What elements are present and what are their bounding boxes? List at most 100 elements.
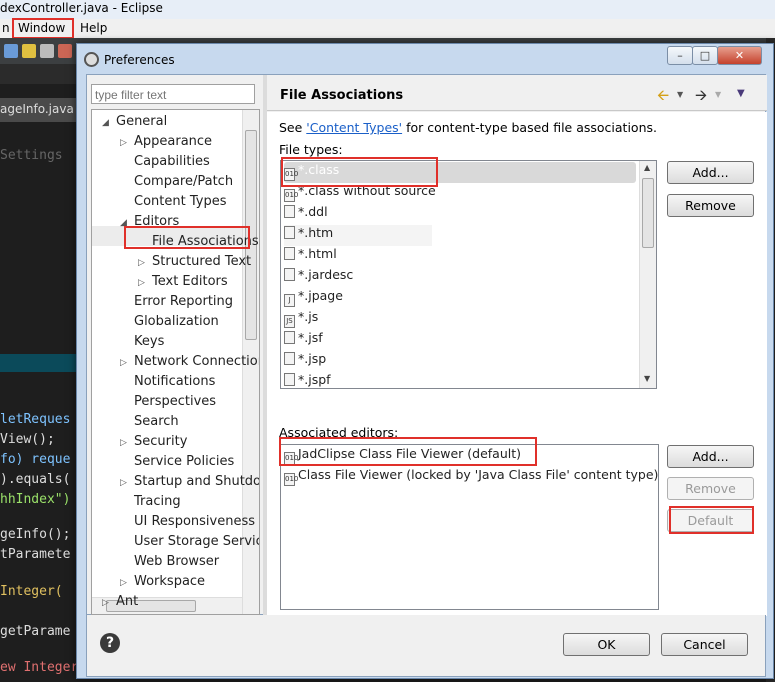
file-type-item[interactable]: J *.jpage bbox=[284, 288, 432, 309]
dialog-title-bar[interactable]: Preferences – □ ✕ bbox=[77, 44, 773, 74]
tree-item[interactable]: Service Policies bbox=[134, 454, 234, 474]
collapsed-twisty-icon[interactable]: ▷ bbox=[138, 278, 145, 288]
code-editor[interactable]: Settings letReques View(); fo) reque).equal… bbox=[0, 122, 80, 682]
expanded-twisty-icon[interactable]: ◢ bbox=[120, 218, 127, 228]
cancel-button[interactable]: Cancel bbox=[661, 633, 748, 656]
tree-item[interactable]: Compare/Patch bbox=[134, 174, 233, 194]
tree-item[interactable]: Text Editors bbox=[152, 274, 228, 294]
editor-item[interactable]: 010Class File Viewer (locked by 'Java Cl… bbox=[284, 467, 658, 488]
code-line: ew Integer bbox=[0, 660, 79, 675]
file-type-item[interactable]: *.jsf bbox=[284, 330, 432, 351]
html-icon bbox=[284, 247, 295, 260]
tree-item[interactable]: Startup and Shutdown bbox=[134, 474, 259, 494]
class-viewer-icon: 010 bbox=[284, 452, 298, 465]
file-type-label: *.html bbox=[298, 246, 337, 261]
toolbar-tool-icon[interactable] bbox=[40, 44, 54, 58]
tree-item[interactable]: Web Browser bbox=[134, 554, 219, 574]
file-type-item[interactable]: *.jardesc bbox=[284, 267, 432, 288]
tree-item[interactable]: Network Connections bbox=[134, 354, 259, 374]
expanded-twisty-icon[interactable]: ◢ bbox=[102, 118, 109, 128]
code-line: View(); bbox=[0, 432, 55, 447]
scroll-up-icon[interactable]: ▲ bbox=[644, 163, 650, 172]
editor-item[interactable]: 010JadClipse Class File Viewer (default) bbox=[284, 446, 521, 467]
content-types-link[interactable]: 'Content Types' bbox=[306, 120, 402, 135]
forward-arrow-icon[interactable]: 🡪 bbox=[695, 85, 707, 110]
minimize-button[interactable]: – bbox=[667, 46, 693, 65]
collapsed-twisty-icon[interactable]: ▷ bbox=[120, 438, 127, 448]
file-icon bbox=[284, 352, 295, 365]
file-type-item[interactable]: *.html bbox=[284, 246, 432, 267]
tree-item[interactable]: Ant bbox=[116, 594, 138, 614]
file-type-label: *.jardesc bbox=[298, 267, 354, 282]
eclipse-tab-strip bbox=[0, 64, 80, 84]
collapsed-twisty-icon[interactable]: ▷ bbox=[102, 598, 109, 608]
tree-horizontal-scrollbar[interactable] bbox=[92, 597, 242, 614]
preferences-gear-icon bbox=[84, 52, 99, 67]
file-type-item[interactable]: *.jspf bbox=[284, 372, 432, 388]
class-icon: 010 bbox=[284, 189, 298, 202]
file-types-scrollbar[interactable]: ▲ ▼ bbox=[639, 161, 656, 388]
filter-input[interactable] bbox=[91, 84, 255, 104]
toolbar-edit-icon[interactable] bbox=[22, 44, 36, 58]
view-menu-icon[interactable]: ▼ bbox=[737, 88, 745, 99]
eclipse-menu-bar: n Window Help bbox=[0, 19, 775, 38]
file-type-item[interactable]: *.ddl bbox=[284, 204, 432, 225]
file-type-remove-button[interactable]: Remove bbox=[667, 194, 754, 217]
back-arrow-icon[interactable]: 🡨 bbox=[657, 85, 669, 110]
editor-label: Class File Viewer (locked by 'Java Class… bbox=[298, 467, 659, 482]
menu-partial[interactable]: n bbox=[2, 21, 10, 35]
tree-item[interactable]: Security bbox=[134, 434, 187, 454]
tree-item[interactable]: Notifications bbox=[134, 374, 215, 394]
collapsed-twisty-icon[interactable]: ▷ bbox=[120, 358, 127, 368]
associated-editors-list[interactable]: 010JadClipse Class File Viewer (default)… bbox=[280, 444, 659, 610]
collapsed-twisty-icon[interactable]: ▷ bbox=[138, 258, 145, 268]
tree-item[interactable]: Keys bbox=[134, 334, 164, 354]
file-type-item[interactable]: 010*.class without source bbox=[284, 183, 636, 204]
page-header: File Associations 🡨 ▼ 🡪 ▼ ▼ bbox=[267, 75, 767, 111]
tree-item[interactable]: Search bbox=[134, 414, 179, 434]
tree-item[interactable]: Structured Text bbox=[152, 254, 251, 274]
tree-item[interactable]: UI Responsiveness bbox=[134, 514, 255, 534]
tree-item[interactable]: Appearance bbox=[134, 134, 212, 154]
preferences-dialog: Preferences – □ ✕ General ◢ Appearance ▷ Cap… bbox=[76, 43, 774, 679]
editor-default-button[interactable]: Default bbox=[667, 509, 754, 532]
file-types-list[interactable]: ▲ ▼ 010*.class 010*.class without source *… bbox=[280, 160, 657, 389]
tree-item[interactable]: General bbox=[116, 114, 167, 134]
tree-item[interactable]: File Associations bbox=[152, 234, 259, 254]
toolbar-debug-icon[interactable] bbox=[58, 44, 72, 58]
ok-button[interactable]: OK bbox=[563, 633, 650, 656]
file-type-item[interactable]: *.htm bbox=[284, 225, 432, 246]
tree-item[interactable]: Content Types bbox=[134, 194, 226, 214]
tree-item[interactable]: Workspace bbox=[134, 574, 205, 594]
toolbar-run-icon[interactable] bbox=[4, 44, 18, 58]
close-button[interactable]: ✕ bbox=[717, 46, 762, 65]
menu-window[interactable]: Window bbox=[18, 21, 65, 35]
dialog-title: Preferences bbox=[104, 53, 175, 67]
scroll-down-icon[interactable]: ▼ bbox=[644, 374, 650, 383]
help-icon[interactable]: ? bbox=[100, 633, 120, 653]
js-icon: JS bbox=[284, 315, 295, 328]
editor-remove-button[interactable]: Remove bbox=[667, 477, 754, 500]
tree-item[interactable]: Globalization bbox=[134, 314, 219, 334]
file-type-item[interactable]: *.jsp bbox=[284, 351, 432, 372]
collapsed-twisty-icon[interactable]: ▷ bbox=[120, 138, 127, 148]
eclipse-window-title: dexController.java - Eclipse bbox=[0, 1, 163, 15]
editor-tab[interactable]: ageInfo.java bbox=[0, 98, 80, 122]
tree-item[interactable]: Editors bbox=[134, 214, 179, 234]
maximize-button[interactable]: □ bbox=[692, 46, 718, 65]
file-type-item[interactable]: 010*.class bbox=[284, 162, 636, 183]
file-type-add-button[interactable]: Add... bbox=[667, 161, 754, 184]
editor-add-button[interactable]: Add... bbox=[667, 445, 754, 468]
menu-help[interactable]: Help bbox=[80, 21, 107, 35]
file-type-item[interactable]: JS *.js bbox=[284, 309, 432, 330]
tree-item[interactable]: Capabilities bbox=[134, 154, 210, 174]
tree-item[interactable]: Perspectives bbox=[134, 394, 216, 414]
collapsed-twisty-icon[interactable]: ▷ bbox=[120, 478, 127, 488]
forward-menu-chevron-icon[interactable]: ▼ bbox=[715, 90, 721, 99]
tree-item[interactable]: Error Reporting bbox=[134, 294, 233, 314]
file-types-scroll-thumb[interactable] bbox=[642, 178, 654, 248]
tree-item[interactable]: User Storage Service bbox=[134, 534, 259, 554]
collapsed-twisty-icon[interactable]: ▷ bbox=[120, 578, 127, 588]
tree-item[interactable]: Tracing bbox=[134, 494, 181, 514]
back-menu-chevron-icon[interactable]: ▼ bbox=[677, 90, 683, 99]
